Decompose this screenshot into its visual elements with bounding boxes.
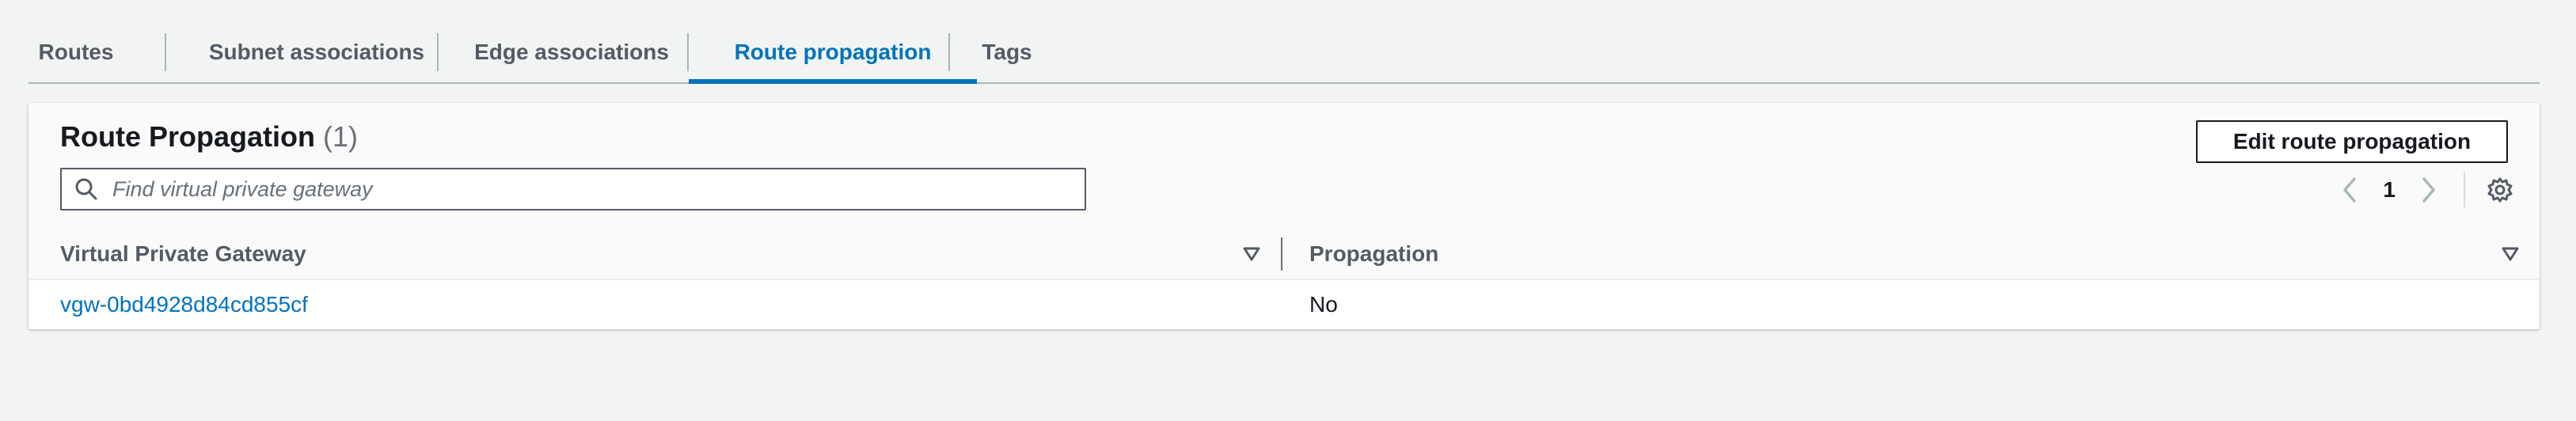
column-resizer[interactable] (1281, 237, 1282, 271)
page-number[interactable]: 1 (2383, 177, 2396, 203)
sort-icon[interactable] (2498, 242, 2522, 266)
panel-title: Route Propagation (1) (60, 120, 358, 154)
gear-icon[interactable] (2484, 174, 2516, 206)
table-header: Virtual Private Gateway Propagation (28, 229, 2540, 280)
chevron-right-icon[interactable] (2413, 174, 2445, 206)
chevron-left-icon[interactable] (2334, 174, 2365, 206)
route-propagation-panel: Route Propagation (1) Edit route propagat… (28, 103, 2540, 329)
panel-title-count: (1) (323, 120, 358, 153)
pagination: 1 (2334, 169, 2516, 210)
sort-icon[interactable] (1240, 242, 1263, 266)
tab-bar: Routes Subnet associations Edge associat… (28, 24, 2540, 84)
panel-header: Route Propagation (1) Edit route propagat… (28, 103, 2540, 231)
tab-route-propagation[interactable]: Route propagation (689, 24, 977, 84)
tab-edge-associations[interactable]: Edge associations (439, 24, 705, 81)
table-row: vgw-0bd4928d84cd855cf No (28, 280, 2540, 329)
tab-routes[interactable]: Routes (28, 24, 123, 81)
propagation-value: No (1309, 292, 1338, 317)
column-header-propagation[interactable]: Propagation (1309, 229, 1438, 279)
pager-divider (2464, 173, 2465, 207)
gateway-id-link[interactable]: vgw-0bd4928d84cd855cf (60, 280, 308, 329)
column-header-virtual-private-gateway[interactable]: Virtual Private Gateway (60, 229, 306, 279)
edit-route-propagation-button[interactable]: Edit route propagation (2196, 120, 2508, 163)
panel-title-text: Route Propagation (60, 120, 315, 153)
search-icon (73, 176, 100, 203)
tab-subnet-associations[interactable]: Subnet associations (166, 24, 467, 81)
tab-tags[interactable]: Tags (950, 24, 1064, 81)
search-box[interactable] (60, 168, 1086, 210)
search-input[interactable] (111, 176, 1085, 203)
